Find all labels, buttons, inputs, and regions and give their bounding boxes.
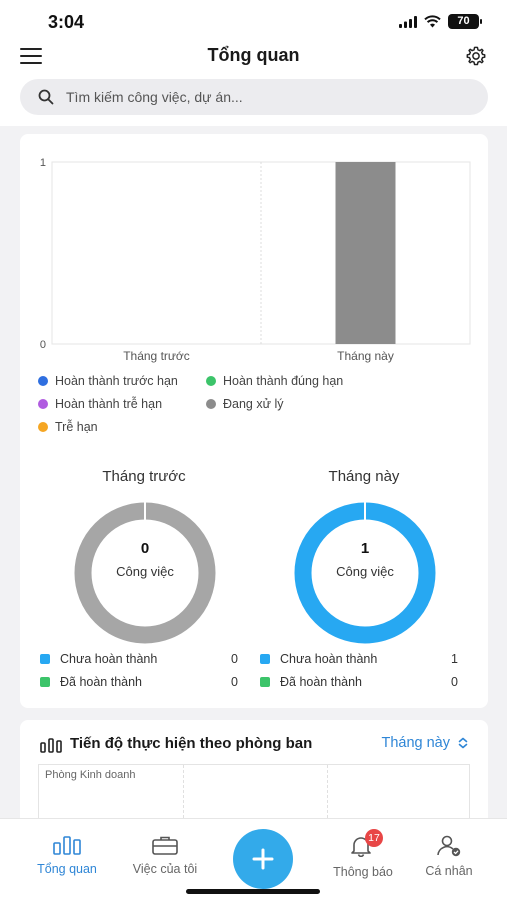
- month-filter-dropdown[interactable]: Tháng này: [381, 735, 468, 751]
- briefcase-icon: [152, 836, 178, 855]
- stat-label: Đã hoàn thành: [60, 675, 143, 689]
- stat-color: [40, 654, 50, 664]
- bottom-nav: Tổng quan Việc của tôi 17 Thông báo Cá n…: [0, 818, 507, 900]
- donut-value-curr: 1: [360, 540, 370, 557]
- user-icon: [437, 835, 461, 857]
- status-bar-chart: 0 1 Tháng trước Tháng này: [40, 157, 471, 363]
- legend-item: Đang xử lý: [206, 397, 283, 411]
- search-bar[interactable]: [20, 79, 488, 115]
- legend-dot: [206, 399, 216, 409]
- search-input[interactable]: [66, 89, 446, 105]
- stat-color: [260, 654, 270, 664]
- status-icons: 70: [399, 14, 482, 29]
- stat-row: Đã hoàn thành: [260, 675, 362, 689]
- bar: [335, 162, 396, 344]
- nav-label: Thông báo: [333, 865, 393, 879]
- donut-title-prev: Tháng trước: [102, 468, 186, 485]
- status-bar: 3:04 70: [0, 0, 507, 40]
- department-label: Phòng Kinh doanh: [45, 769, 136, 781]
- donut-label-curr: Công việc: [336, 564, 394, 579]
- legend-dot: [38, 422, 48, 432]
- donut-title-curr: Tháng này: [328, 468, 400, 485]
- legend-dot: [206, 376, 216, 386]
- add-task-button[interactable]: [233, 829, 293, 889]
- home-indicator: [186, 889, 320, 894]
- stat-color: [40, 677, 50, 687]
- legend-item: Hoàn thành đúng hạn: [206, 374, 343, 388]
- legend-dot: [38, 399, 48, 409]
- chevron-up-down-icon: [458, 737, 468, 749]
- stat-label: Chưa hoàn thành: [60, 652, 158, 666]
- legend-label: Hoàn thành trước hạn: [55, 374, 178, 388]
- legend-item: Hoàn thành trễ hạn: [38, 397, 162, 411]
- gear-icon[interactable]: [465, 45, 487, 67]
- plot-frame: [51, 161, 471, 345]
- overview-card: 0 1 Tháng trước Tháng này Hoàn thành trước …: [20, 134, 488, 708]
- status-time: 3:04: [48, 12, 85, 32]
- plus-icon: [252, 848, 274, 870]
- legend-label: Hoàn thành đúng hạn: [223, 374, 344, 388]
- nav-tab-my-tasks[interactable]: Việc của tôi: [120, 835, 210, 876]
- nav-tab-overview[interactable]: Tổng quan: [22, 835, 112, 876]
- stat-value: 0: [451, 675, 458, 689]
- stat-label: Đã hoàn thành: [280, 675, 363, 689]
- legend-label: Trễ hạn: [55, 420, 98, 434]
- nav-label: Cá nhân: [425, 864, 473, 878]
- nav-tab-profile[interactable]: Cá nhân: [404, 835, 494, 878]
- chart-bars-icon: [53, 836, 81, 855]
- donut-value-prev: 0: [140, 540, 150, 557]
- progress-title: Tiến độ thực hiện theo phòng ban: [70, 735, 313, 752]
- nav-label: Việc của tôi: [132, 862, 198, 876]
- stat-value: 0: [231, 652, 238, 666]
- stat-value: 1: [451, 652, 458, 666]
- legend-dot: [38, 376, 48, 386]
- stat-label: Chưa hoàn thành: [280, 652, 378, 666]
- page-title: Tổng quan: [207, 45, 300, 65]
- stat-row: Đã hoàn thành: [40, 675, 142, 689]
- stat-value: 0: [231, 675, 238, 689]
- search-icon: [38, 89, 54, 105]
- app-header: Tổng quan: [0, 40, 507, 76]
- donut-label-prev: Công việc: [116, 564, 174, 579]
- x-tick-label: Tháng này: [337, 349, 394, 363]
- legend-label: Đang xử lý: [223, 397, 284, 411]
- stat-color: [260, 677, 270, 687]
- cellular-signal-icon: [399, 15, 417, 28]
- x-tick-label: Tháng trước: [123, 349, 190, 363]
- legend-label: Hoàn thành trễ hạn: [55, 397, 163, 411]
- wifi-icon: [424, 15, 441, 28]
- month-filter-label: Tháng này: [381, 735, 450, 751]
- chart-bars-icon: [40, 738, 62, 753]
- y-tick-label: 1: [40, 157, 46, 169]
- battery-indicator: 70: [448, 14, 482, 29]
- nav-tab-notifications[interactable]: 17 Thông báo: [318, 829, 408, 879]
- stat-row: Chưa hoàn thành: [40, 652, 157, 666]
- stat-row: Chưa hoàn thành: [260, 652, 377, 666]
- legend-item: Hoàn thành trước hạn: [38, 374, 178, 388]
- nav-label: Tổng quan: [37, 862, 97, 876]
- notification-badge: 17: [365, 829, 383, 847]
- y-tick-label: 0: [40, 339, 46, 351]
- legend-item: Trễ hạn: [38, 420, 98, 434]
